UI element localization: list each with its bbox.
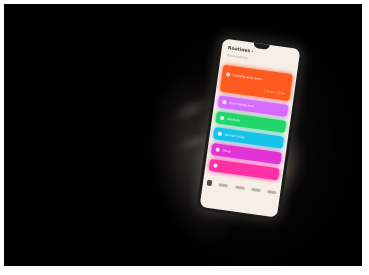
routine-icon [217, 131, 223, 137]
nav-item[interactable] [235, 185, 245, 190]
nav-item[interactable] [218, 182, 229, 187]
routine-detail: 5 steps · 30 min [264, 89, 286, 96]
routine-label: Evening wind-down [232, 73, 263, 82]
routine-label: Read before bed [229, 100, 255, 109]
routine-label: Journal today [224, 132, 245, 140]
routine-icon [213, 163, 218, 168]
bottom-nav [206, 178, 277, 198]
home-icon[interactable] [206, 179, 213, 187]
phone-notch [253, 42, 270, 50]
routine-icon [222, 99, 227, 105]
photo-background: Routines › Good evening Evening wind-dow… [4, 4, 362, 266]
app-subtitle: Good evening [226, 53, 248, 60]
routine-card[interactable]: Evening wind-down 5 steps · 30 min [219, 64, 293, 102]
routine-label: Sleep [222, 148, 232, 154]
nav-item[interactable] [251, 187, 261, 192]
nav-item[interactable] [267, 189, 277, 194]
routine-icon [219, 115, 225, 121]
routine-icon [215, 147, 220, 152]
routine-label: Meditate [226, 116, 241, 123]
routine-icon [225, 72, 231, 77]
